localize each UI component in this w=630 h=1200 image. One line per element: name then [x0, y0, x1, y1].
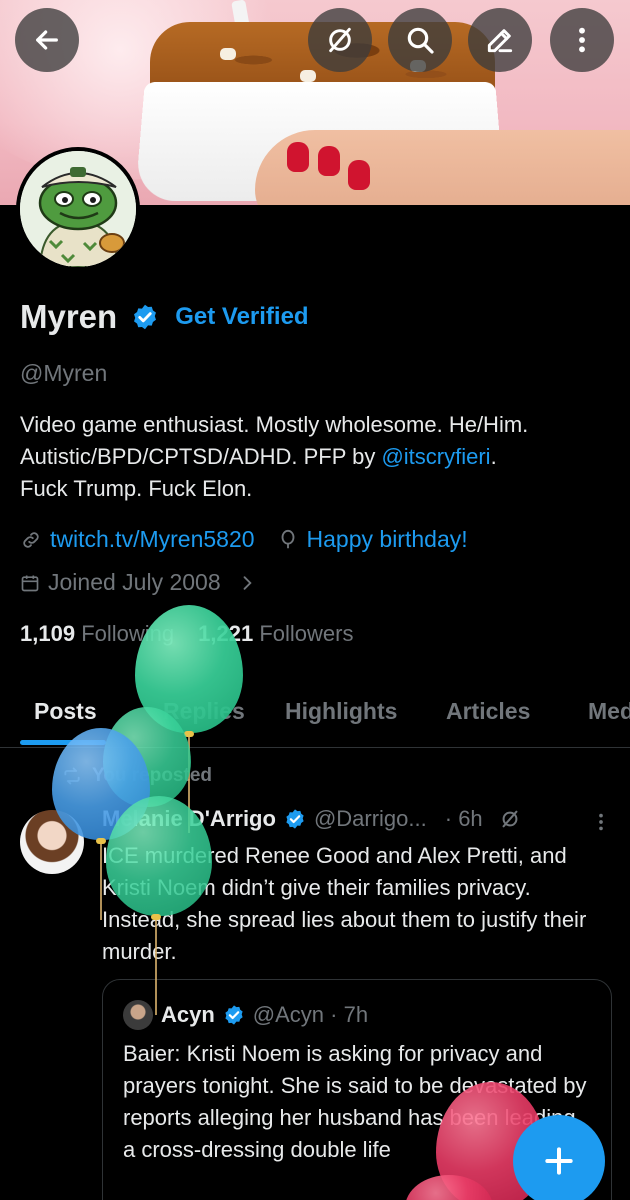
post-more-icon[interactable]: [590, 808, 612, 836]
more-vertical-icon: [579, 27, 585, 53]
bio-text: .: [490, 444, 497, 469]
grok-icon: [329, 27, 351, 53]
joined-date[interactable]: Joined July 2008: [20, 569, 257, 596]
tab-posts[interactable]: Posts: [34, 698, 97, 725]
bio-text: Autistic/BPD/CPTSD/ADHD. PFP by: [20, 444, 382, 469]
joined-text: Joined July 2008: [48, 569, 221, 595]
back-button[interactable]: [15, 8, 79, 72]
website-link[interactable]: twitch.tv/Myren5820: [20, 526, 255, 553]
verified-badge-icon: [134, 304, 157, 330]
following-count: 1,109: [20, 621, 76, 646]
quoted-author-handle: @Acyn · 7h: [252, 1002, 369, 1027]
profile-name-row: Myren Get Verified: [20, 298, 309, 336]
balloon-knot: [151, 914, 161, 920]
balloon-icon: [281, 529, 294, 548]
banner-nail: [287, 142, 309, 172]
search-icon: [407, 27, 434, 54]
quoted-post-header: Acyn @Acyn · 7h: [123, 1000, 368, 1030]
balloon-string: [155, 915, 157, 1015]
tab-articles[interactable]: Articles: [446, 698, 530, 725]
verified-badge-icon: [225, 1005, 243, 1025]
get-verified-link[interactable]: Get Verified: [175, 303, 308, 331]
website-text: twitch.tv/Myren5820: [50, 526, 255, 552]
bio-line: Fuck Trump. Fuck Elon.: [20, 476, 253, 501]
arrow-left-icon: [36, 30, 58, 50]
followers-label: Followers: [259, 621, 354, 646]
bio-line: Video game enthusiast. Mostly wholesome.…: [20, 412, 529, 437]
bio-mention-link[interactable]: @itscryfieri: [381, 444, 490, 469]
tab-highlights[interactable]: Highlights: [285, 698, 397, 725]
verified-badge-icon: [286, 809, 304, 829]
grok-button[interactable]: [308, 8, 372, 72]
banner-cheese-curd: [300, 70, 316, 82]
birthday-text: Happy birthday!: [306, 526, 468, 552]
profile-handle: @Myren: [20, 360, 108, 386]
compose-post-button[interactable]: [513, 1115, 605, 1200]
birthday-balloon: [106, 796, 212, 916]
search-button[interactable]: [388, 8, 452, 72]
link-icon: [23, 531, 39, 548]
more-button[interactable]: [550, 8, 614, 72]
edit-pencil-icon: [487, 29, 513, 53]
post-author-handle[interactable]: @Darrigo...: [314, 806, 427, 832]
banner-hand: [255, 130, 630, 205]
quoted-author-name: Acyn: [161, 1002, 215, 1027]
profile-meta-links: twitch.tv/Myren5820 Happy birthday!: [20, 526, 468, 553]
balloon-knot: [96, 838, 106, 844]
profile-avatar[interactable]: [16, 147, 140, 271]
balloon-string: [100, 840, 102, 920]
banner-cheese-curd: [220, 48, 236, 60]
tab-media[interactable]: Media: [588, 698, 630, 725]
edit-button[interactable]: [468, 8, 532, 72]
plus-icon: [545, 1147, 573, 1175]
banner-nail: [318, 146, 340, 176]
profile-bio: Video game enthusiast. Mostly wholesome.…: [20, 409, 620, 505]
calendar-icon: [21, 575, 39, 591]
profile-name: Myren: [20, 298, 118, 335]
bio-line: Autistic/BPD/CPTSD/ADHD. PFP by @itscryf…: [20, 441, 620, 473]
post-time: · 6h: [444, 806, 483, 831]
banner-nail: [348, 160, 370, 190]
grok-icon[interactable]: [499, 808, 521, 830]
avatar-frog-illustration: [20, 151, 136, 267]
quoted-author-avatar: [123, 1000, 153, 1030]
chevron-right-icon: [243, 575, 252, 590]
frog-avatar-art: [20, 151, 136, 267]
birthday-link[interactable]: Happy birthday!: [277, 526, 468, 553]
